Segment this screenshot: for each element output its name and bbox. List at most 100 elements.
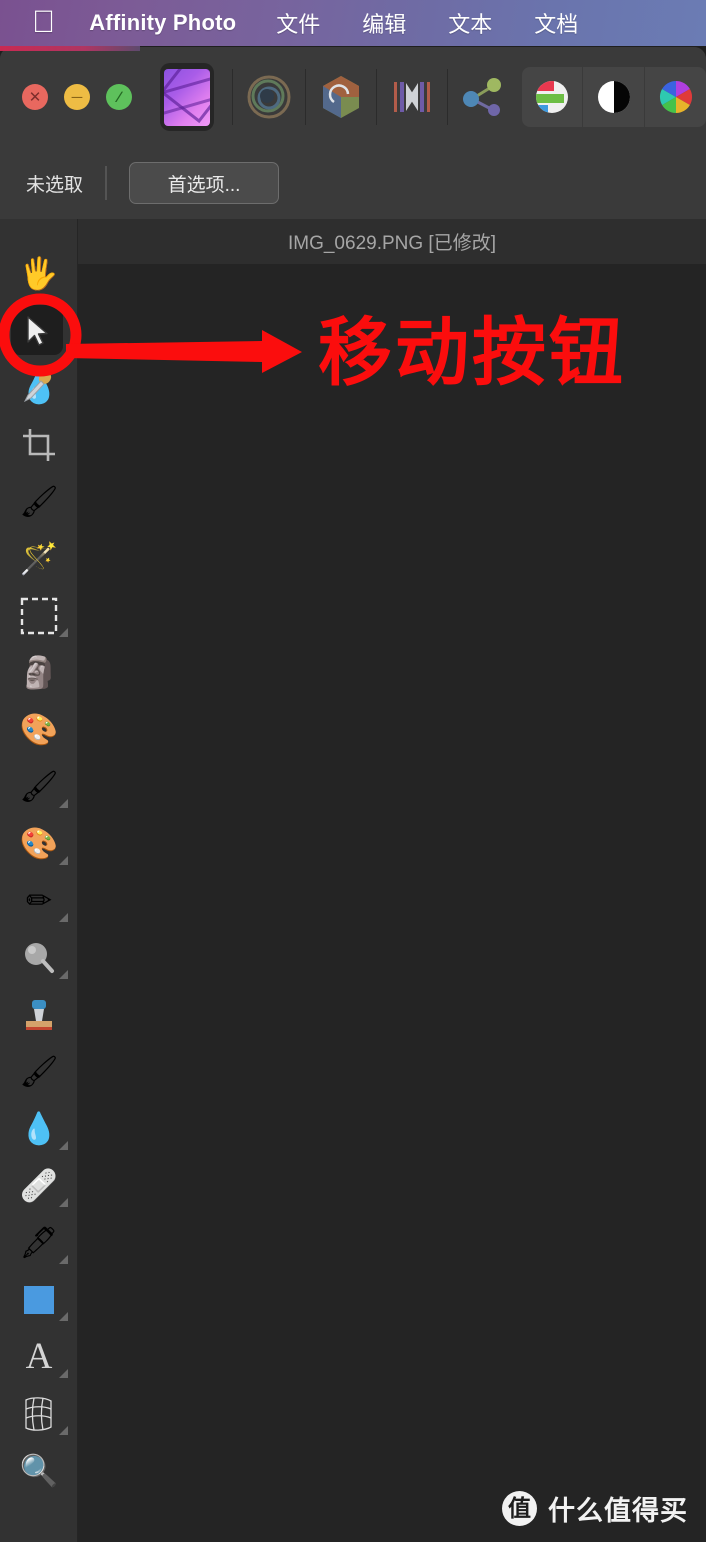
persona-tone-mapping[interactable] [387,66,437,128]
black-white-toggle-button[interactable] [583,67,646,127]
dodge-sphere-icon [25,942,54,973]
watermark-logo-icon: 值 [502,1491,537,1526]
liquify-persona-icon [322,76,359,118]
paint-bucket-icon: 🗿 [19,655,59,690]
tool-flood-fill[interactable]: 🗿 [0,644,78,701]
tool-view-hand[interactable]: 🖐 [0,245,78,302]
colour-toolbar-group [521,67,706,127]
fountain-pen-icon: 🖋 [19,1225,59,1260]
tool-selection-brush[interactable]: 🖌 [0,473,78,530]
image-canvas[interactable] [78,264,706,1542]
close-button[interactable]: ✕ [22,84,48,110]
tool-submenu-indicator[interactable] [59,1141,68,1150]
tone-mapping-persona-icon [393,82,430,112]
tool-submenu-indicator[interactable] [59,1198,68,1207]
tool-paint-brush[interactable]: 🖌 [0,758,78,815]
fullscreen-button[interactable]: ∕ [106,84,132,110]
tool-artistic-text[interactable]: A [0,1328,78,1385]
half-circle-icon [597,81,630,113]
menubar-accent-strip [0,46,140,51]
color-wheel-icon [659,80,692,114]
tool-clone-stamp[interactable] [0,986,78,1043]
tool-dodge-burn[interactable] [0,929,78,986]
tool-erase-brush[interactable]: ✏ [0,872,78,929]
develop-persona-icon [247,75,291,119]
menu-bar:  Affinity Photo 文件 编辑 文本 文档 [0,0,706,46]
tool-submenu-indicator[interactable] [59,913,68,922]
selection-status-label: 未选取 [26,174,84,196]
apple-logo-icon[interactable]:  [32,6,55,37]
tool-flood-select[interactable]: 🪄 [0,530,78,587]
tool-gradient[interactable]: 🎨 [0,701,78,758]
tool-mesh-warp[interactable] [0,1385,78,1442]
undo-brush-icon: 🖌 [19,1054,59,1089]
color-channels-icon [535,81,568,113]
document-tab-bar[interactable]: IMG_0629.PNG [已修改] [78,219,706,264]
tool-paint-mixer[interactable]: 🎨 [0,815,78,872]
tool-submenu-indicator[interactable] [59,799,68,808]
context-toolbar: 未选取 首选项... [0,147,706,219]
menu-edit[interactable]: 编辑 [362,7,406,39]
export-persona-icon [462,78,501,116]
eyedropper-icon [23,372,52,403]
tool-undo-brush[interactable]: 🖌 [0,1043,78,1100]
affinity-photo-persona-icon [164,68,211,126]
mesh-warp-grid-icon [25,1396,52,1431]
tool-submenu-indicator[interactable] [59,856,68,865]
document-title: IMG_0629.PNG [已修改] [287,233,496,254]
blue-square-icon [24,1285,54,1314]
preferences-button[interactable]: 首选项... [129,162,280,204]
magnifying-glass-icon: 🔍 [19,1453,59,1488]
toolbar-separator [375,69,377,125]
toolbar-separator [446,69,448,125]
tool-submenu-indicator[interactable] [59,1255,68,1264]
context-divider [105,166,108,200]
bandage-healing-icon: 🩹 [19,1168,59,1203]
toolbar-separator [232,69,233,125]
persona-export[interactable] [458,66,508,128]
tool-submenu-indicator[interactable] [59,1426,68,1435]
paintbrush-icon: 🖌 [19,769,59,804]
tool-zoom[interactable]: 🔍 [0,1442,78,1499]
tool-marquee[interactable] [0,587,78,644]
tool-move[interactable] [0,302,78,359]
tool-crop[interactable] [0,416,78,473]
water-droplet-icon: 💧 [19,1111,59,1146]
menu-file[interactable]: 文件 [276,7,320,39]
eraser-icon: ✏ [26,883,52,918]
watermark: 值 什么值得买 [502,1489,688,1528]
text-letter-a-icon: A [25,1336,53,1377]
persona-liquify[interactable] [316,66,366,128]
persona-photo[interactable] [160,63,215,131]
colour-wheel-gradient-icon: 🎨 [19,712,59,747]
window-controls: ✕ ─ ∕ [22,84,132,110]
tool-blur-smudge[interactable]: 💧 [0,1100,78,1157]
hand-icon: 🖐 [19,256,59,291]
tool-colour-picker[interactable]: 💧 [0,359,78,416]
application-window: ✕ ─ ∕ 未选取 首选项... 🖐 🖌 🪄 🗿 🎨 🖌 🎨 ✏ 🖌 💧 🩹 🖋… [0,47,706,1542]
app-title[interactable]: Affinity Photo [89,10,236,36]
tool-submenu-indicator[interactable] [59,1369,68,1378]
tools-sidebar: 🖐 💧 🖌 🪄 [0,219,78,1542]
tool-shape-rectangle[interactable] [0,1271,78,1328]
color-wheel-button[interactable] [645,67,706,127]
tool-healing-brush[interactable]: 🩹 [0,1157,78,1214]
magic-wand-icon: 🪄 [19,541,59,576]
paint-mixer-brush-icon: 🎨 [19,826,59,861]
marquee-select-icon [20,597,58,634]
main-toolbar: ✕ ─ ∕ [0,47,706,147]
tool-submenu-indicator[interactable] [59,628,68,637]
tool-pen[interactable]: 🖋 [0,1214,78,1271]
menu-text[interactable]: 文本 [448,7,492,39]
tool-submenu-indicator[interactable] [59,970,68,979]
document-area: IMG_0629.PNG [已修改] [78,219,706,1542]
tool-submenu-indicator[interactable] [59,1312,68,1321]
menu-document[interactable]: 文档 [534,7,578,39]
watermark-text: 什么值得买 [548,1496,688,1526]
toolbar-separator [305,69,306,125]
color-channels-button[interactable] [522,67,584,127]
persona-develop[interactable] [243,66,295,128]
crop-icon [23,428,55,461]
minimize-button[interactable]: ─ [64,84,90,110]
selection-brush-icon: 🖌 [19,484,59,519]
